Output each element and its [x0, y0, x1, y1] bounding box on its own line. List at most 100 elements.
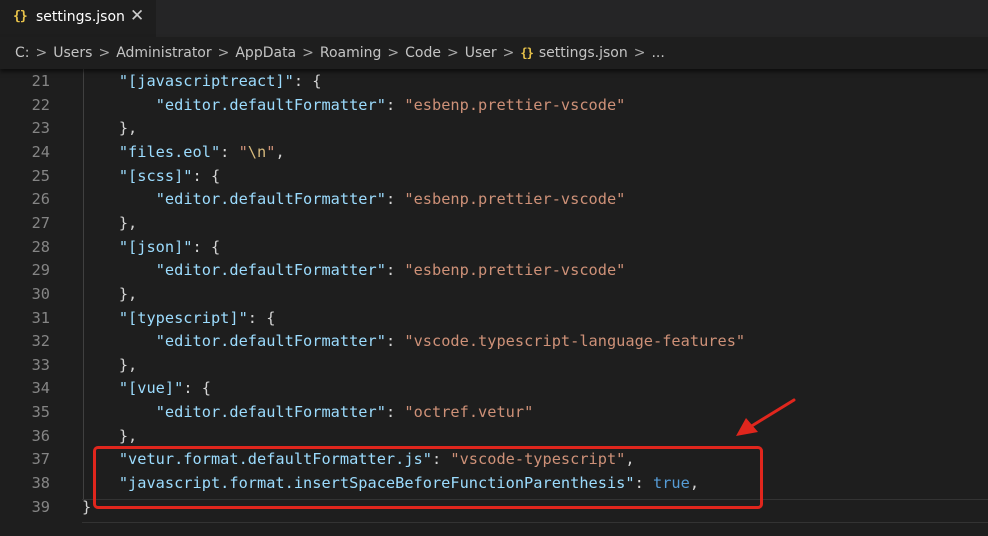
code-token: :	[385, 261, 405, 280]
line-number: 36	[31, 426, 50, 445]
code-line[interactable]: 34 "[vue]": {	[0, 376, 988, 400]
code-line[interactable]: 21 "[javascriptreact]": {	[0, 69, 988, 93]
code-line[interactable]: 23 },	[0, 116, 988, 140]
code-text: "editor.defaultFormatter": "esbenp.prett…	[82, 258, 626, 282]
code-line[interactable]: 30 },	[0, 282, 988, 306]
line-number: 33	[31, 355, 50, 374]
line-number: 27	[31, 213, 50, 232]
code-line[interactable]: 25 "[scss]": {	[0, 164, 988, 188]
chevron-right-icon: >	[387, 45, 400, 61]
tab-settings-json[interactable]: {} settings.json ✕	[0, 0, 156, 37]
line-number: 28	[31, 237, 50, 256]
code-token: : {	[183, 379, 211, 398]
code-token: ,	[275, 142, 285, 161]
code-token: "[json]"	[118, 237, 193, 256]
code-token: "editor.defaultFormatter"	[155, 190, 386, 209]
code-text: "editor.defaultFormatter": "esbenp.prett…	[82, 93, 626, 117]
code-token: },	[82, 284, 138, 303]
breadcrumb-item-appdata[interactable]: AppData	[235, 45, 296, 61]
code-text: },	[82, 116, 137, 140]
code-token: :	[385, 95, 405, 114]
code-line[interactable]: 31 "[typescript]": {	[0, 306, 988, 330]
breadcrumb-item-users[interactable]: Users	[53, 45, 92, 61]
code-text: "files.eol": "\n",	[82, 140, 285, 164]
red-highlight-box	[93, 446, 763, 509]
line-number: 34	[31, 379, 50, 398]
code-token: }	[82, 497, 92, 516]
code-token: \n	[247, 142, 267, 161]
line-number: 21	[31, 72, 50, 90]
code-line[interactable]: 27 },	[0, 211, 988, 235]
line-number: 23	[31, 119, 50, 138]
code-token: "files.eol"	[118, 142, 221, 161]
chevron-right-icon: >	[35, 45, 48, 61]
code-text: "[scss]": {	[82, 164, 220, 188]
code-token: },	[82, 355, 138, 374]
line-number: 29	[31, 261, 50, 280]
chevron-right-icon: >	[217, 45, 230, 61]
code-token: "editor.defaultFormatter"	[155, 332, 386, 351]
code-text: "[typescript]": {	[82, 306, 276, 330]
red-arrow-icon	[736, 398, 796, 436]
code-token: "esbenp.prettier-vscode"	[404, 190, 626, 209]
code-token: },	[82, 426, 138, 445]
code-line[interactable]: 24 "files.eol": "\n",	[0, 140, 988, 164]
code-text: "editor.defaultFormatter": "octref.vetur…	[82, 400, 534, 424]
line-number: 35	[31, 403, 50, 422]
code-token: "editor.defaultFormatter"	[155, 261, 386, 280]
breadcrumb: C: > Users > Administrator > AppData > Roaming > C…	[0, 37, 988, 69]
code-token: "esbenp.prettier-vscode"	[404, 261, 626, 280]
code-token: :	[385, 332, 405, 351]
tab-bar: {} settings.json ✕	[0, 0, 988, 37]
code-token: :	[385, 403, 405, 422]
code-text: },	[82, 282, 137, 306]
code-text: "editor.defaultFormatter": "vscode.types…	[82, 329, 745, 353]
code-text: },	[82, 424, 137, 448]
line-number: 24	[31, 142, 50, 161]
line-number: 22	[31, 95, 50, 114]
code-token: "[javascriptreact]"	[118, 72, 294, 90]
code-token: :	[220, 142, 239, 161]
code-token: "editor.defaultFormatter"	[155, 403, 386, 422]
code-token: : {	[192, 166, 221, 185]
breadcrumb-more[interactable]: ...	[651, 45, 664, 61]
code-line[interactable]: 32 "editor.defaultFormatter": "vscode.ty…	[0, 329, 988, 353]
code-token: "vscode.typescript-language-features"	[404, 332, 746, 351]
code-line[interactable]: 28 "[json]": {	[0, 235, 988, 259]
close-icon[interactable]: ✕	[130, 6, 144, 26]
chevron-right-icon: >	[633, 45, 646, 61]
breadcrumb-item-drive[interactable]: C:	[15, 45, 30, 61]
code-line[interactable]: 36 },	[0, 424, 988, 448]
code-token: "	[238, 142, 248, 161]
line-number: 39	[31, 497, 50, 516]
code-text: },	[82, 353, 137, 377]
code-text: "[json]": {	[82, 235, 220, 259]
code-text: }	[82, 495, 91, 519]
breadcrumb-item-roaming[interactable]: Roaming	[320, 45, 382, 61]
code-token: },	[82, 119, 138, 138]
code-line[interactable]: 33 },	[0, 353, 988, 377]
code-text: "editor.defaultFormatter": "esbenp.prett…	[82, 187, 626, 211]
line-number: 37	[31, 450, 50, 469]
code-line[interactable]: 22 "editor.defaultFormatter": "esbenp.pr…	[0, 93, 988, 117]
breadcrumb-item-code[interactable]: Code	[405, 45, 441, 61]
code-token: : {	[247, 308, 276, 327]
code-line[interactable]: 29 "editor.defaultFormatter": "esbenp.pr…	[0, 258, 988, 282]
json-file-icon: {}	[13, 9, 28, 24]
code-token: : {	[293, 72, 322, 90]
breadcrumb-item-file[interactable]: settings.json	[539, 45, 628, 61]
chevron-right-icon: >	[502, 45, 515, 61]
chevron-right-icon: >	[446, 45, 459, 61]
code-token: : {	[192, 237, 221, 256]
breadcrumb-item-administrator[interactable]: Administrator	[116, 45, 211, 61]
line-number: 26	[31, 190, 50, 209]
breadcrumb-item-user[interactable]: User	[465, 45, 497, 61]
code-line[interactable]: 35 "editor.defaultFormatter": "octref.ve…	[0, 400, 988, 424]
code-line[interactable]: 26 "editor.defaultFormatter": "esbenp.pr…	[0, 187, 988, 211]
